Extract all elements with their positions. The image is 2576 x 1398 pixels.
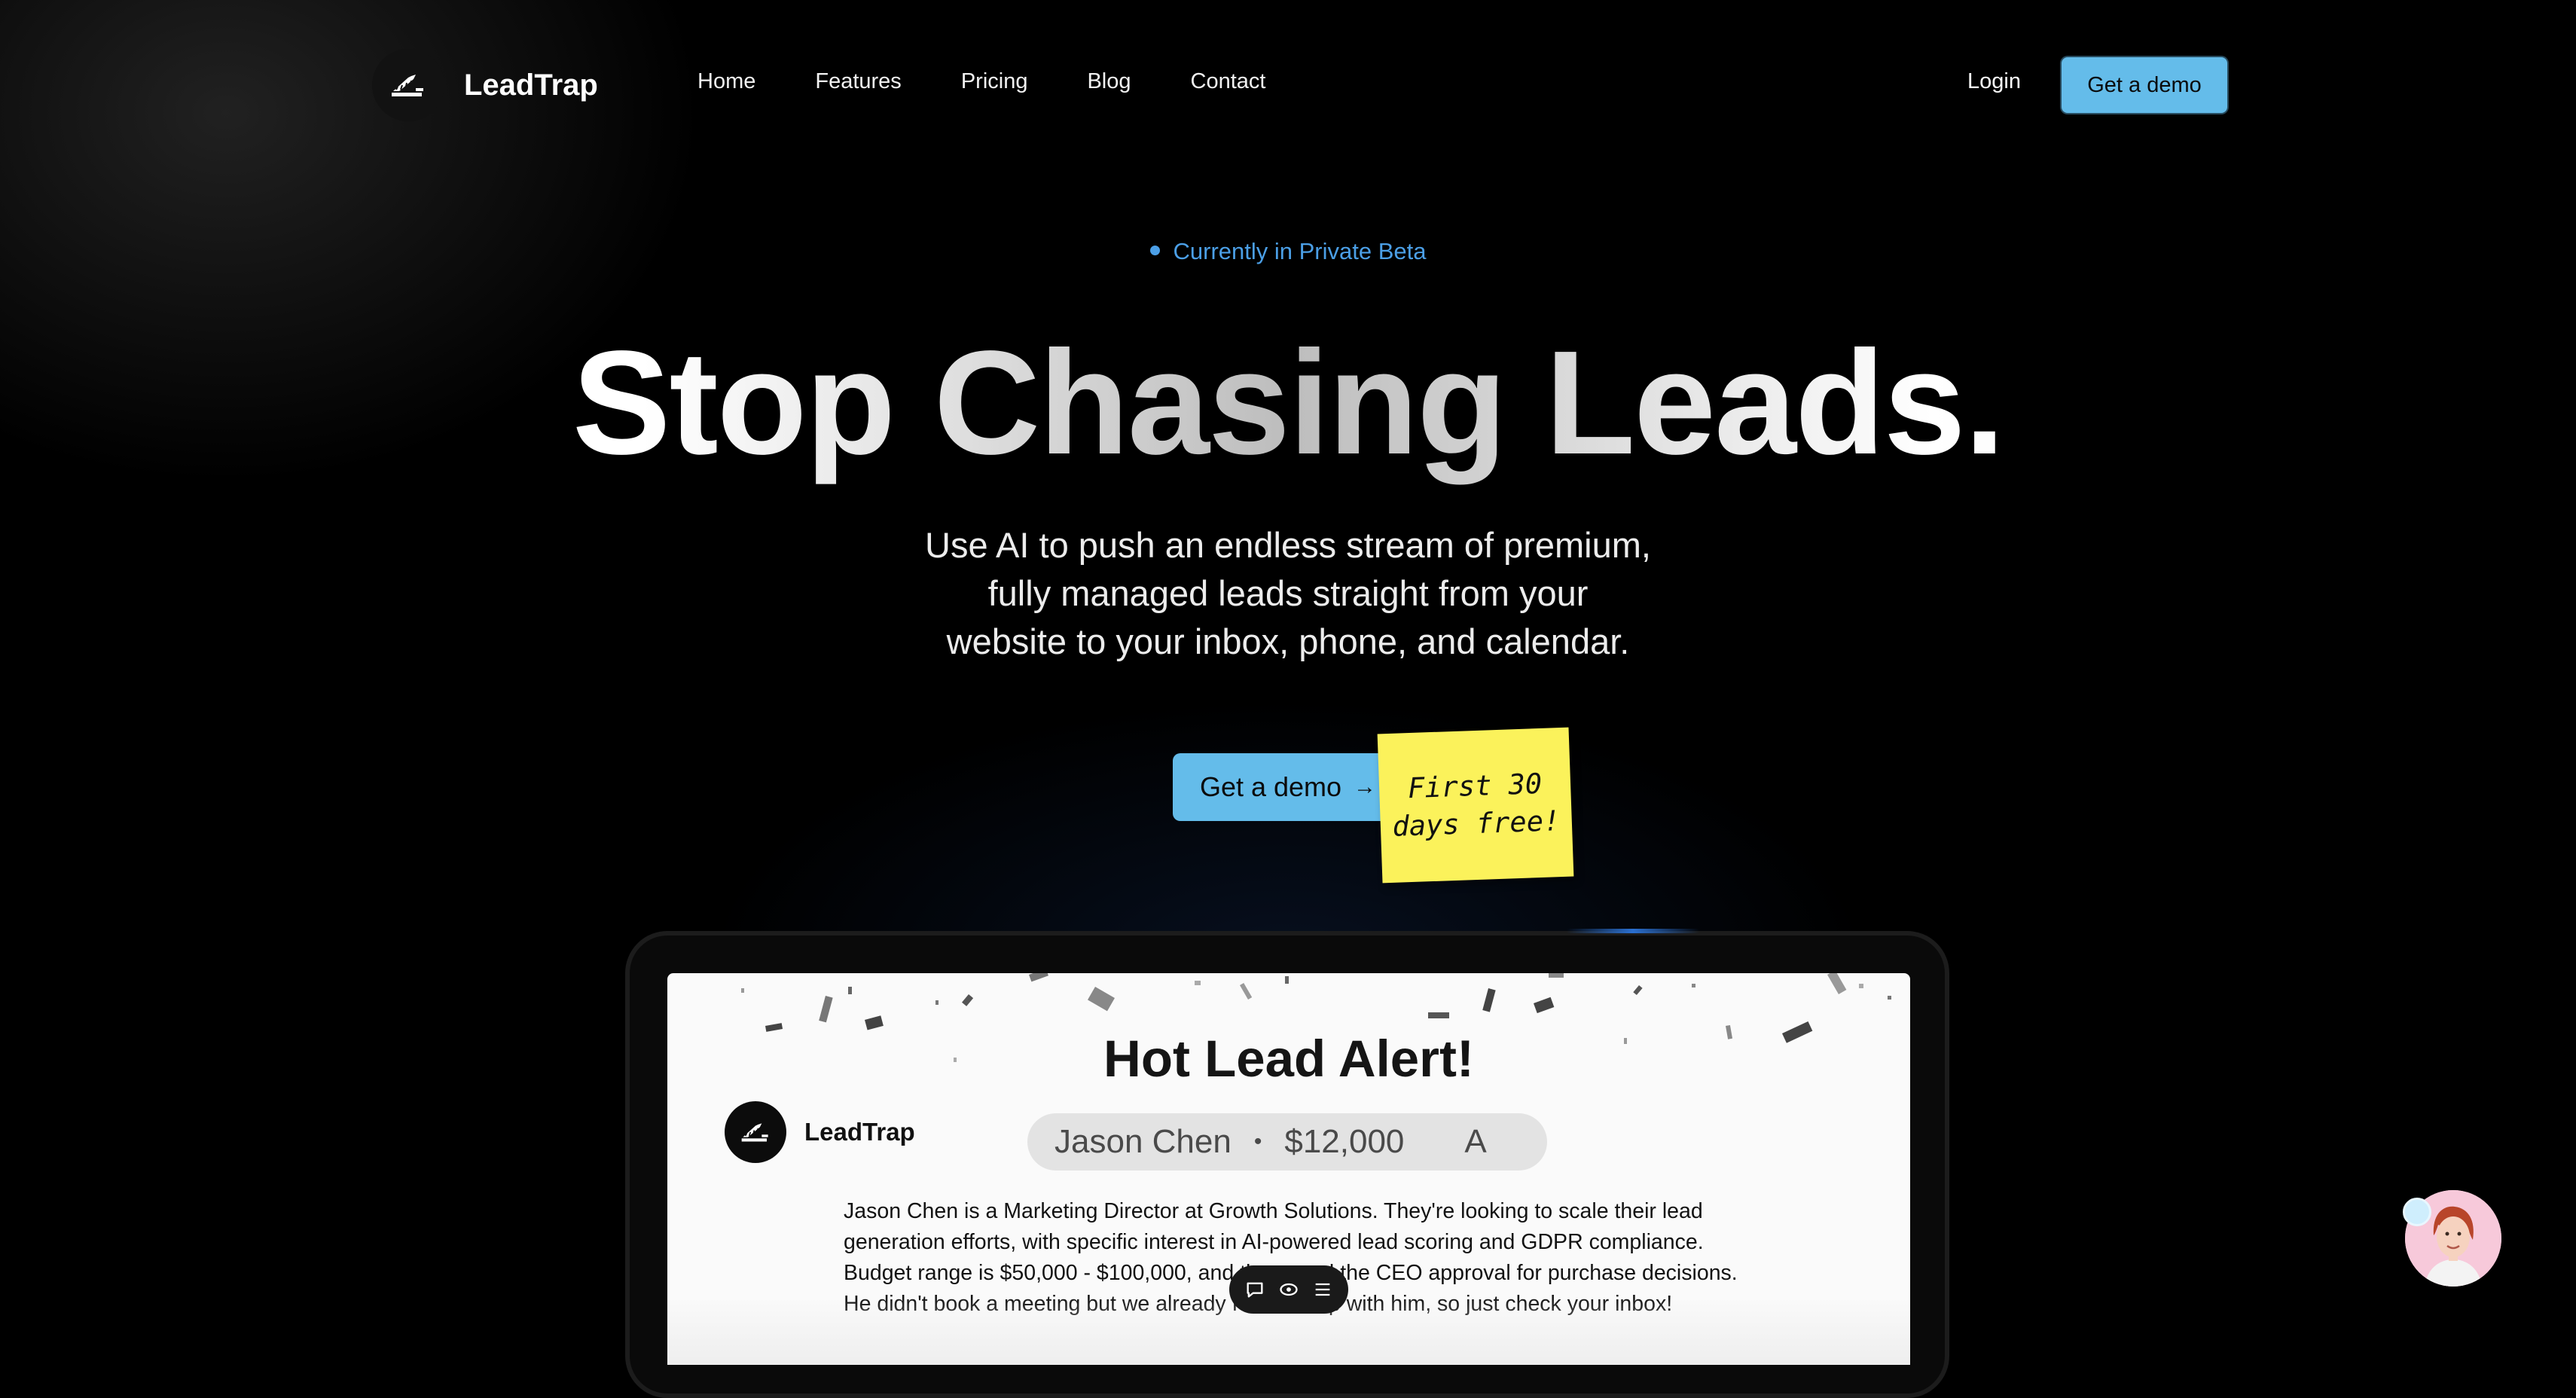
brand-logo[interactable]: LeadTrap [372, 49, 598, 121]
arrow-right-icon: → [1354, 774, 1377, 799]
preview-brand-name: LeadTrap [804, 1118, 915, 1146]
nav-links: Home Features Pricing Blog Contact [697, 69, 1325, 94]
hero-headline: Stop Chasing Leads. [0, 316, 2576, 490]
top-navigation: LeadTrap Home Features Pricing Blog Cont… [0, 0, 2576, 173]
lead-grade: A [1464, 1123, 1487, 1160]
alert-title: Hot Lead Alert! [1103, 1030, 1474, 1088]
brand-name: LeadTrap [464, 68, 598, 102]
subheadline-line: Use AI to push an endless stream of prem… [925, 525, 1651, 565]
nav-link-blog[interactable]: Blog [1087, 69, 1131, 94]
lead-separator: • [1253, 1129, 1262, 1154]
eye-icon[interactable] [1275, 1276, 1302, 1303]
menu-icon[interactable] [1309, 1276, 1336, 1303]
nav-link-contact[interactable]: Contact [1191, 69, 1266, 94]
status-dot-icon [1149, 246, 1160, 256]
beta-badge-label: Currently in Private Beta [1173, 238, 1427, 264]
sticky-note-line: First 30 [1407, 767, 1543, 805]
leadtrap-logo-icon [372, 49, 444, 121]
hero-cta-label: Get a demo [1199, 771, 1342, 802]
subheadline-line: website to your inbox, phone, and calend… [946, 621, 1630, 661]
preview-brand: LeadTrap [725, 1101, 915, 1163]
subheadline-line: fully managed leads straight from your [987, 573, 1589, 613]
hero-subheadline: Use AI to push an endless stream of prem… [866, 521, 1710, 666]
lead-name: Jason Chen [1055, 1123, 1232, 1160]
nav-link-pricing[interactable]: Pricing [961, 69, 1028, 94]
nav-get-demo-button[interactable]: Get a demo [2062, 57, 2227, 113]
lead-description-line: generation efforts, with specific intere… [844, 1230, 1704, 1254]
hero-get-demo-button[interactable]: Get a demo → [1173, 753, 1403, 821]
nav-link-features[interactable]: Features [815, 69, 901, 94]
beta-badge: Currently in Private Beta [0, 238, 2576, 265]
comment-icon[interactable] [1241, 1276, 1268, 1303]
leadtrap-logo-icon [725, 1101, 786, 1163]
chat-notification-badge [2403, 1198, 2431, 1226]
floating-toolbar [1229, 1265, 1348, 1314]
login-link[interactable]: Login [1967, 69, 2021, 94]
lead-value: $12,000 [1284, 1123, 1405, 1160]
sticky-note-line: days free! [1391, 804, 1561, 843]
lead-description-line: Jason Chen is a Marketing Director at Gr… [844, 1199, 1703, 1223]
device-accent-line [1567, 929, 1699, 933]
lead-summary-pill: Jason Chen • $12,000 A [1027, 1113, 1547, 1171]
free-trial-sticky-note: First 30 days free! [1377, 727, 1574, 884]
nav-link-home[interactable]: Home [697, 69, 755, 94]
